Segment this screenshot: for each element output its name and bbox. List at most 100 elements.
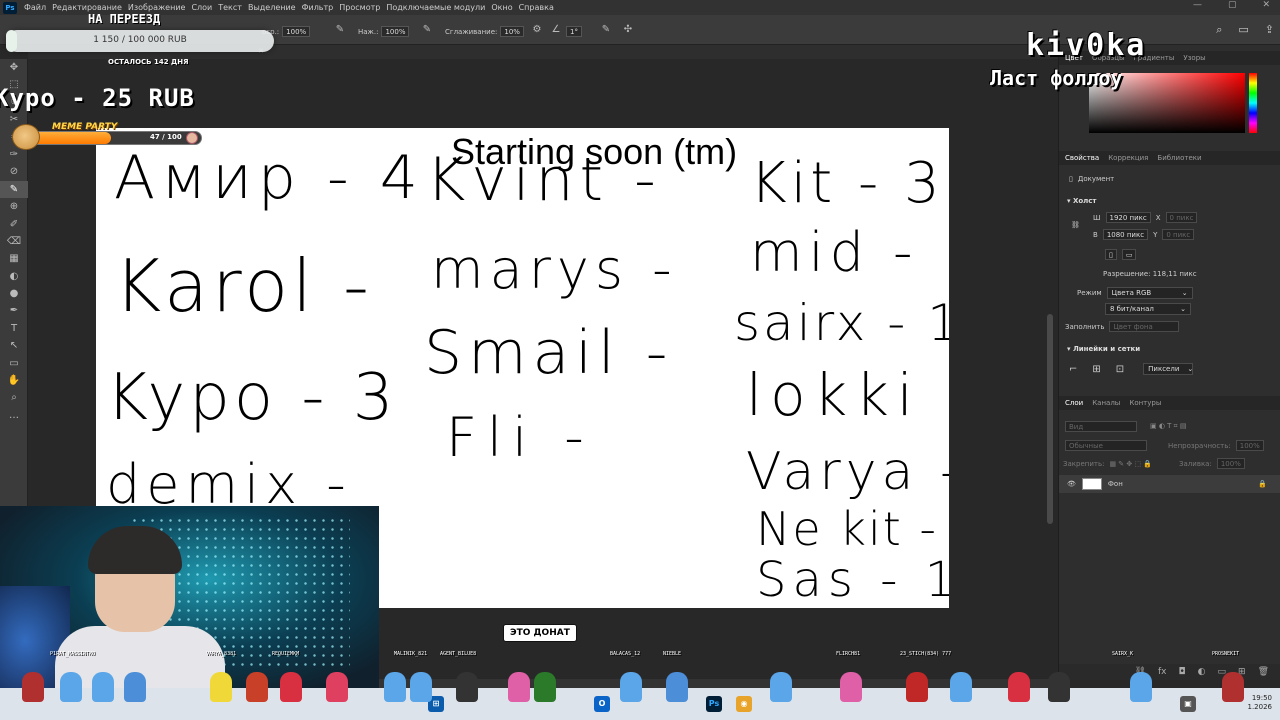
units-select[interactable]: Пиксели ⌄ [1143,363,1193,375]
photoshop-logo-icon[interactable]: Ps [3,1,17,14]
tab-patterns[interactable]: Узоры [1183,54,1205,62]
menu-help[interactable]: Справка [516,3,557,12]
link-dimensions-icon[interactable]: ⛓ [1071,221,1080,229]
pressure-field[interactable]: 100% [381,26,410,37]
move-tool-icon[interactable]: ✥ [0,59,28,76]
tab-properties[interactable]: Свойства [1065,154,1099,162]
viewer-name: VARYA_8381 [206,651,237,657]
depth-select[interactable]: 8 бит/канал ⌄ [1105,303,1191,315]
mode-select[interactable]: Цвета RGB ⌄ [1106,287,1193,299]
minimize-icon[interactable]: — [1193,0,1202,10]
guides-icon[interactable]: ⊡ [1116,364,1124,375]
adjustment-icon[interactable]: ◐ [1198,667,1206,677]
dodge-tool-icon[interactable]: ● [0,285,28,302]
path-select-tool-icon[interactable]: ↖ [0,337,28,354]
airbrush-icon[interactable]: ✎ [421,24,433,36]
hand-tool-icon[interactable]: ✋ [0,372,28,389]
blur-tool-icon[interactable]: ◐ [0,268,28,285]
layer-row[interactable]: 👁 Фон 🔒 [1059,475,1280,493]
handwritten-entry: marys - [431,238,678,301]
layer-opacity-field[interactable]: 100% [1235,440,1264,451]
ruler-icon[interactable]: ⌐ [1069,364,1077,375]
menu-filter[interactable]: Фильтр [299,3,337,12]
eraser-tool-icon[interactable]: ⌫ [0,233,28,250]
angle-field[interactable]: 1° [566,26,582,37]
handwritten-entry: demix - [106,453,352,516]
search-icon[interactable]: ⌕ [1216,23,1222,37]
goal-title: НА ПЕРЕЕЗД [88,12,161,26]
eye-icon[interactable]: 👁 [1067,480,1076,488]
canvas-section-label: Холст [1072,197,1097,205]
handwritten-entry: mid - [750,221,919,284]
fx-icon[interactable]: fx [1158,667,1167,677]
tab-channels[interactable]: Каналы [1092,399,1120,407]
rulers-section-label: Линейки и сетки [1072,345,1141,353]
fill-select[interactable]: Цвет фона [1109,321,1180,332]
zoom-tool-icon[interactable]: ⌕ [0,389,28,406]
stamp-tool-icon[interactable]: ⊕ [0,198,28,215]
trash-icon[interactable]: 🗑 [1258,667,1269,677]
menu-type[interactable]: Текст [215,3,245,12]
hue-slider[interactable] [1249,73,1257,133]
viewer-sprite [620,672,642,702]
menu-view[interactable]: Просмотр [336,3,383,12]
x-field[interactable]: 0 пикс [1165,212,1198,223]
gradient-tool-icon[interactable]: ▦ [0,250,28,267]
menu-select[interactable]: Выделение [245,3,299,12]
menu-edit[interactable]: Редактирование [49,3,125,12]
blend-mode-select[interactable]: Обычные [1065,440,1147,451]
taskbar-clock[interactable]: 19:50 1.2026 [1248,694,1273,712]
canvas-section-title[interactable]: ▾ Холст [1067,197,1097,205]
fill-opacity-field[interactable]: 100% [1216,458,1245,469]
pressure-opacity-icon[interactable]: ✎ [334,24,346,36]
browser-icon[interactable]: ◉ [736,696,752,712]
menu-window[interactable]: Окно [488,3,515,12]
grid-icon[interactable]: ⊞ [1092,364,1100,375]
landscape-icon[interactable]: ▭ [1121,249,1137,260]
symmetry-icon[interactable]: ✣ [622,24,634,36]
viewer-sprite [280,672,302,702]
type-tool-icon[interactable]: T [0,320,28,337]
menu-image[interactable]: Изображение [125,3,189,12]
smoothing-field[interactable]: 10% [500,26,524,37]
tab-adjustments[interactable]: Коррекция [1108,154,1148,162]
share-icon[interactable]: ⇪ [1265,23,1274,37]
tab-layers[interactable]: Слои [1065,399,1083,407]
photoshop-taskbar-icon[interactable]: Ps [706,696,722,712]
outlook-icon[interactable]: O [594,696,610,712]
tab-paths[interactable]: Контуры [1129,399,1161,407]
rulers-row: ⌐ ⊞ ⊡ Пиксели ⌄ [1069,363,1193,375]
menu-file[interactable]: Файл [21,3,49,12]
portrait-icon[interactable]: ▯ [1105,249,1117,260]
tray-icon[interactable]: ▣ [1180,696,1196,712]
layer-filter-icons[interactable]: ▣ ◐ T ⌗ ▤ [1150,422,1186,431]
healing-tool-icon[interactable]: ⊘ [0,163,28,180]
goal-days-left: ОСТАЛОСЬ 142 ДНЯ [108,58,189,66]
more-tools-icon[interactable]: … [0,407,28,424]
opacity-field[interactable]: 100% [282,26,311,37]
close-icon[interactable]: ✕ [1262,0,1270,10]
menu-layers[interactable]: Слои [188,3,215,12]
y-field[interactable]: 0 пикс [1162,229,1195,240]
lock-icons[interactable]: ▦ ✎ ✥ ⬚ 🔒 [1109,460,1152,468]
pressure-size-icon[interactable]: ✎ [600,24,612,36]
mask-icon[interactable]: ◘ [1179,667,1186,677]
workspace-icon[interactable]: ▭ [1238,23,1248,37]
rulers-section-title[interactable]: ▾ Линейки и сетки [1067,345,1140,353]
layer-search-input[interactable]: Вид [1065,421,1137,432]
viewer-name: SAIRX_K [1112,651,1134,657]
document-label: Документ [1077,175,1115,183]
width-field[interactable]: 1920 пикс [1105,212,1151,223]
settings-gear-icon[interactable]: ⚙ [531,24,543,36]
height-field[interactable]: 1080 пикс [1102,229,1149,240]
viewer-sprite [770,672,792,702]
tab-libraries[interactable]: Библиотеки [1157,154,1201,162]
shape-tool-icon[interactable]: ▭ [0,355,28,372]
history-brush-tool-icon[interactable]: ✐ [0,216,28,233]
goal-amount: 1 150 / 100 000 RUB [93,35,187,45]
brush-tool-icon[interactable]: ✎ [0,180,28,199]
vertical-scrollbar[interactable] [1047,314,1053,524]
maximize-icon[interactable]: ▢ [1228,0,1237,10]
menu-plugins[interactable]: Подключаемые модули [383,3,488,12]
pen-tool-icon[interactable]: ✒ [0,302,28,319]
